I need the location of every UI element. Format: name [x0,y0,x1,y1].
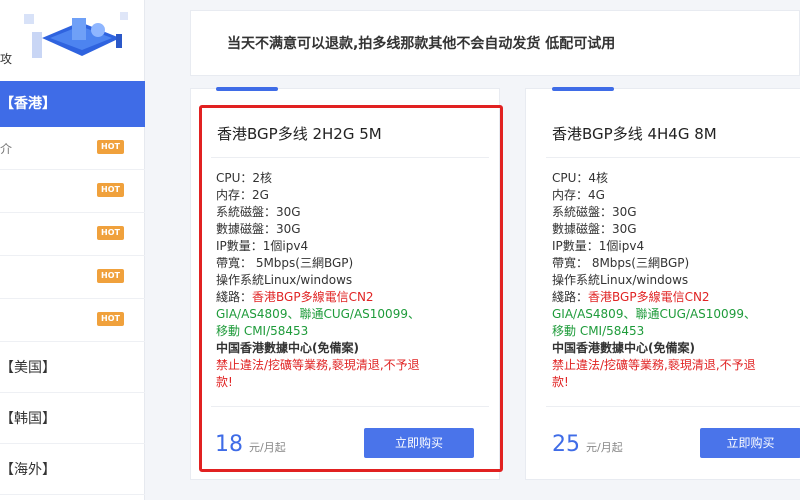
spec-line: 綫路：香港BGP多線電信CN2 [552,289,756,306]
sidebar-subitem-1[interactable]: 介 HOT [0,128,145,170]
divider [211,406,489,407]
buy-button[interactable]: 立即购买 [364,428,474,458]
spec-cpu: CPU：4核 [552,171,609,185]
spec-line-telecom: 香港BGP多線電信CN2 [252,290,374,304]
price-unit: 元/月起 [586,441,623,454]
sidebar-subitem-5[interactable]: HOT [0,300,145,342]
hot-badge: HOT [97,269,124,283]
spec-warning: 禁止違法/挖礦等業務,褻現清退,不予退 [552,358,756,372]
sidebar-item-korea[interactable]: 【韩国】 [0,394,145,444]
divider [546,406,800,407]
spec-os: 操作系統Linux/windows [216,273,353,287]
price: 18 元/月起 [215,432,286,457]
product-specs: CPU：4核 内存：4G 系統磁盤：30G 數據磁盤：30G IP數量：1個ip… [552,170,756,391]
spec-system-disk: 系統磁盤：30G [216,205,301,219]
price-unit: 元/月起 [249,441,286,454]
spec-data-disk: 數據磁盤：30G [552,222,637,236]
spec-line-unicom: GIA/AS4809、聯通CUG/AS10099、 [552,307,756,321]
spec-os: 操作系統Linux/windows [552,273,689,287]
card-tab-accent [216,87,278,91]
sidebar-subitem-label: 介 [0,142,13,156]
spec-ram: 内存：4G [552,188,605,202]
card-tab-accent [552,87,614,91]
spec-datacenter: 中国香港數據中心(免備案) [216,341,359,355]
spec-warning-cont: 款! [552,375,569,389]
buy-button[interactable]: 立即购买 [700,428,800,458]
spec-warning: 禁止違法/挖礦等業務,褻現清退,不予退 [216,358,420,372]
spec-ip: IP數量：1個ipv4 [216,239,309,253]
spec-line-label: 綫路： [552,290,589,304]
divider [211,157,489,158]
price-value: 25 [552,432,580,457]
spec-line-mobile: 移動 CMI/58453 [552,324,645,338]
hot-badge: HOT [97,312,124,326]
sidebar: 攻 【香港】 介 HOT HOT HOT HOT HOT 【美国】 【韩国】 【… [0,0,145,500]
spec-cpu: CPU：2核 [216,171,273,185]
spec-line-mobile: 移動 CMI/58453 [216,324,309,338]
price: 25 元/月起 [552,432,623,457]
sidebar-header: 攻 [0,0,145,80]
sidebar-top-text: 攻 [0,52,13,66]
spec-ip: IP數量：1個ipv4 [552,239,645,253]
sidebar-subitem-3[interactable]: HOT [0,214,145,256]
divider [546,157,800,158]
product-specs: CPU：2核 内存：2G 系統磁盤：30G 數據磁盤：30G IP數量：1個ip… [216,170,420,391]
product-card-2h2g: 香港BGP多线 2H2G 5M CPU：2核 内存：2G 系統磁盤：30G 數據… [190,87,500,480]
spec-bandwidth: 帶寬： 8Mbps(三網BGP) [552,256,690,270]
spec-bandwidth: 帶寬： 5Mbps(三網BGP) [216,256,354,270]
sidebar-subitem-2[interactable]: HOT [0,171,145,213]
spec-datacenter: 中国香港數據中心(免備案) [552,341,695,355]
spec-line-telecom: 香港BGP多線電信CN2 [588,290,710,304]
spec-line: 綫路：香港BGP多線電信CN2 [216,289,420,306]
hot-badge: HOT [97,226,124,240]
product-card-4h4g: 香港BGP多线 4H4G 8M CPU：4核 内存：4G 系統磁盤：30G 數據… [525,87,800,480]
spec-line-label: 綫路： [216,290,253,304]
spec-ram: 内存：2G [216,188,269,202]
product-title: 香港BGP多线 4H4G 8M [552,125,717,143]
sidebar-subitem-4[interactable]: HOT [0,257,145,299]
sidebar-item-overseas[interactable]: 【海外】 [0,445,145,495]
spec-system-disk: 系統磁盤：30G [552,205,637,219]
spec-warning-cont: 款! [216,375,233,389]
sidebar-item-hongkong[interactable]: 【香港】 [0,81,145,127]
notice-text: 当天不满意可以退款,拍多线那款其他不会自动发货 低配可试用 [227,36,616,52]
spec-data-disk: 數據磁盤：30G [216,222,301,236]
sidebar-item-usa[interactable]: 【美国】 [0,343,145,393]
product-title: 香港BGP多线 2H2G 5M [217,125,382,143]
server-illustration-icon [24,12,128,58]
hot-badge: HOT [97,183,124,197]
price-value: 18 [215,432,243,457]
spec-line-unicom: GIA/AS4809、聯通CUG/AS10099、 [216,307,420,321]
notice-bar: 当天不满意可以退款,拍多线那款其他不会自动发货 低配可试用 [190,10,800,76]
hot-badge: HOT [97,140,124,154]
